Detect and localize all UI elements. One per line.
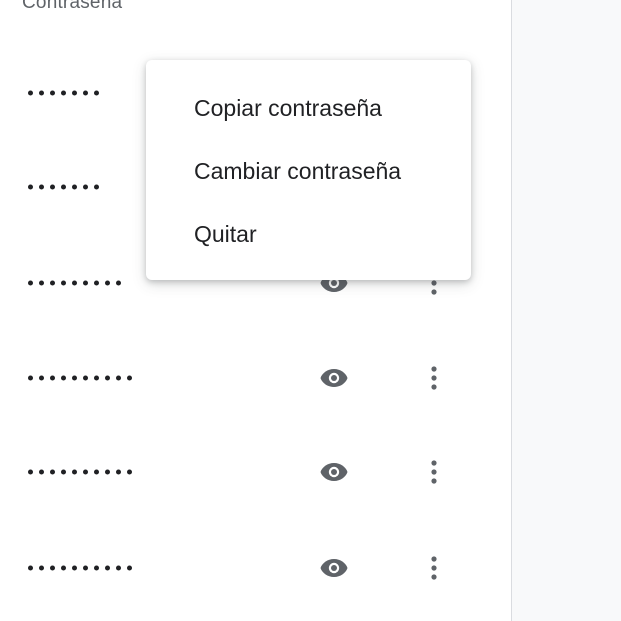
more-vert-icon bbox=[431, 556, 437, 580]
passwords-page: Contraseña Copiar contraseña Cambiar con… bbox=[0, 0, 621, 621]
masked-password bbox=[28, 469, 132, 475]
password-column-header: Contraseña bbox=[22, 0, 123, 13]
password-row bbox=[0, 348, 511, 408]
show-password-button[interactable] bbox=[314, 358, 354, 398]
more-vert-icon bbox=[431, 460, 437, 484]
menu-item-label: Cambiar contraseña bbox=[194, 157, 402, 184]
menu-item-label: Copiar contraseña bbox=[194, 94, 382, 121]
show-password-button[interactable] bbox=[314, 548, 354, 588]
show-password-button[interactable] bbox=[314, 452, 354, 492]
menu-item-copy-password[interactable]: Copiar contraseña bbox=[146, 80, 471, 136]
masked-password bbox=[28, 375, 132, 381]
masked-password bbox=[28, 90, 99, 96]
masked-password bbox=[28, 565, 132, 571]
menu-item-label: Quitar bbox=[194, 220, 257, 247]
more-actions-button[interactable] bbox=[414, 452, 454, 492]
more-actions-button[interactable] bbox=[414, 548, 454, 588]
masked-password bbox=[28, 184, 99, 190]
eye-icon bbox=[320, 559, 348, 577]
eye-icon bbox=[320, 463, 348, 481]
password-row bbox=[0, 442, 511, 502]
eye-icon bbox=[320, 369, 348, 387]
password-row bbox=[0, 538, 511, 598]
more-actions-button[interactable] bbox=[414, 358, 454, 398]
menu-item-change-password[interactable]: Cambiar contraseña bbox=[146, 143, 471, 199]
password-context-menu: Copiar contraseña Cambiar contraseña Qui… bbox=[146, 60, 471, 280]
masked-password bbox=[28, 280, 121, 286]
menu-item-remove[interactable]: Quitar bbox=[146, 206, 471, 262]
more-vert-icon bbox=[431, 366, 437, 390]
